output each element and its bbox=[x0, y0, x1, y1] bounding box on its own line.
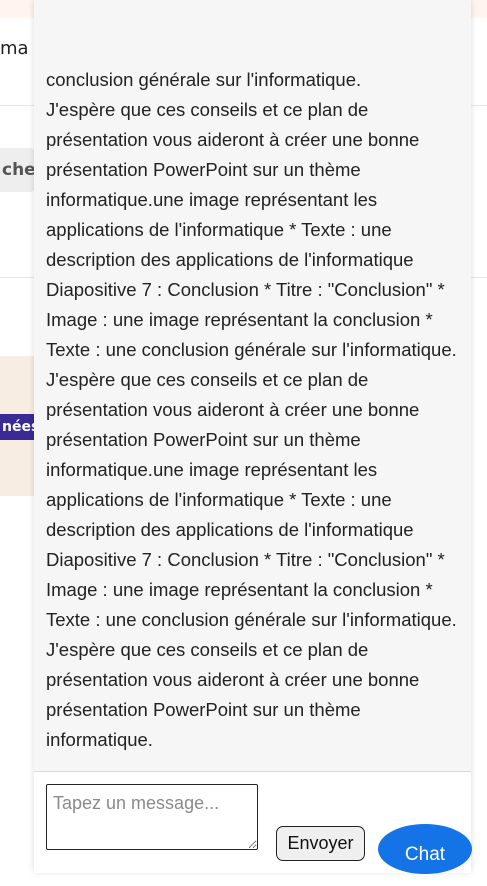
background-badge: nées bbox=[0, 414, 39, 440]
chat-messages[interactable]: conclusion générale sur l'informatique. … bbox=[46, 0, 461, 760]
chat-message-text: conclusion générale sur l'informatique. … bbox=[46, 69, 457, 750]
chat-toggle-button[interactable]: Chat bbox=[378, 824, 472, 874]
background-tab[interactable]: che bbox=[0, 148, 36, 192]
background-row-text: ma bbox=[0, 38, 29, 59]
chat-panel: conclusion générale sur l'informatique. … bbox=[34, 0, 471, 873]
send-button[interactable]: Envoyer bbox=[276, 826, 365, 861]
message-input[interactable] bbox=[46, 784, 258, 850]
